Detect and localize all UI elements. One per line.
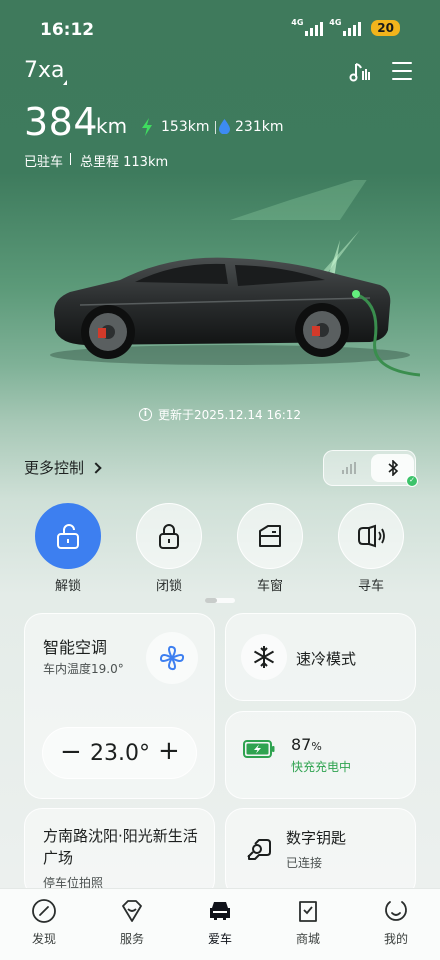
- connected-check-icon: ✓: [406, 475, 418, 487]
- car-icon: [210, 902, 230, 920]
- more-control-link[interactable]: 更多控制: [24, 457, 102, 478]
- page-indicator: [205, 598, 235, 603]
- digital-key-icon: [247, 839, 271, 860]
- info-icon: i: [138, 408, 152, 421]
- shop-icon: [299, 901, 317, 922]
- window-button[interactable]: [237, 503, 303, 569]
- nav-profile-label: 我的: [383, 932, 408, 946]
- window-icon: [259, 525, 281, 547]
- total-range-unit: km: [96, 114, 128, 138]
- nav-service-label: 服务: [119, 932, 144, 946]
- update-time-row: i 更新于2025.12.14 16:12: [0, 406, 440, 423]
- nav-discover-label: 发现: [31, 932, 56, 946]
- nav-shop[interactable]: 商城: [278, 898, 338, 947]
- battery-indicator: 20: [371, 20, 400, 36]
- lock-button[interactable]: [136, 503, 202, 569]
- lock-label: 闭锁: [155, 579, 182, 594]
- find-car-label: 寻车: [357, 579, 384, 594]
- status-indicators: 4G 4G 20: [291, 18, 400, 36]
- connection-toggle[interactable]: ✓: [323, 450, 418, 487]
- fuel-range: 231km: [235, 119, 284, 135]
- electric-range: 153km: [161, 119, 210, 135]
- vehicle-switch-caret-icon[interactable]: [63, 80, 67, 85]
- temperature-increase-button[interactable]: +: [158, 736, 180, 766]
- odometer: 总里程 113km: [80, 155, 169, 170]
- unlock-button[interactable]: [35, 503, 101, 569]
- fan-icon: [159, 645, 185, 671]
- window-label: 车窗: [256, 579, 283, 594]
- digital-key-status: 已连接: [286, 856, 323, 870]
- vehicle-name[interactable]: 7xa: [24, 58, 65, 83]
- parking-location: 方南路沈阳·阳光新生活广场: [43, 827, 198, 867]
- menu-icon[interactable]: [392, 62, 412, 80]
- nav-profile[interactable]: 我的: [366, 898, 426, 947]
- ac-title: 智能空调: [43, 638, 108, 657]
- chevron-right-icon: [90, 461, 102, 474]
- snowflake-icon: [253, 646, 275, 668]
- lock-icon: [159, 524, 179, 549]
- divider: [70, 153, 71, 165]
- inside-temperature: 车内温度19.0°: [43, 662, 124, 676]
- ac-fan-button[interactable]: [146, 632, 198, 684]
- set-temperature: 23.0°: [90, 741, 150, 766]
- horn-icon: [358, 524, 385, 548]
- nav-my-car[interactable]: 爱车: [190, 898, 250, 947]
- fuel-drop-icon: [219, 119, 230, 134]
- charge-status: 快充充电中: [291, 760, 352, 774]
- electric-bolt-icon: [142, 118, 152, 136]
- compass-icon: [32, 899, 56, 923]
- quick-cool-label: 速冷模式: [296, 650, 357, 668]
- signal-icon: 4G: [329, 18, 362, 36]
- music-icon[interactable]: [348, 60, 372, 84]
- cellular-signal-icon: [341, 462, 356, 474]
- charge-percent: 87%: [291, 735, 322, 754]
- cellular-mode[interactable]: [327, 454, 370, 482]
- nav-service[interactable]: 服务: [102, 898, 162, 947]
- bluetooth-icon: [387, 460, 398, 476]
- battery-charging-icon: [243, 740, 275, 758]
- nav-discover[interactable]: 发现: [14, 898, 74, 947]
- car-image: [50, 180, 420, 377]
- update-time: 更新于2025.12.14 16:12: [157, 408, 302, 422]
- snowflake-button[interactable]: [241, 634, 287, 680]
- digital-key-title: 数字钥匙: [286, 829, 347, 847]
- profile-icon: [385, 901, 407, 921]
- temperature-decrease-button[interactable]: −: [60, 737, 82, 767]
- service-icon: [122, 900, 142, 922]
- unlock-label: 解锁: [54, 579, 81, 594]
- total-range-value: 384: [24, 100, 99, 144]
- find-car-button[interactable]: [338, 503, 404, 569]
- more-control-label: 更多控制: [24, 459, 85, 477]
- divider: [215, 121, 216, 134]
- nav-my-car-label: 爱车: [207, 932, 232, 946]
- signal-icon: 4G: [291, 18, 324, 36]
- nav-shop-label: 商城: [295, 932, 320, 946]
- unlock-icon: [57, 524, 79, 549]
- parked-status: 已驻车: [24, 155, 64, 170]
- status-time: 16:12: [40, 20, 95, 40]
